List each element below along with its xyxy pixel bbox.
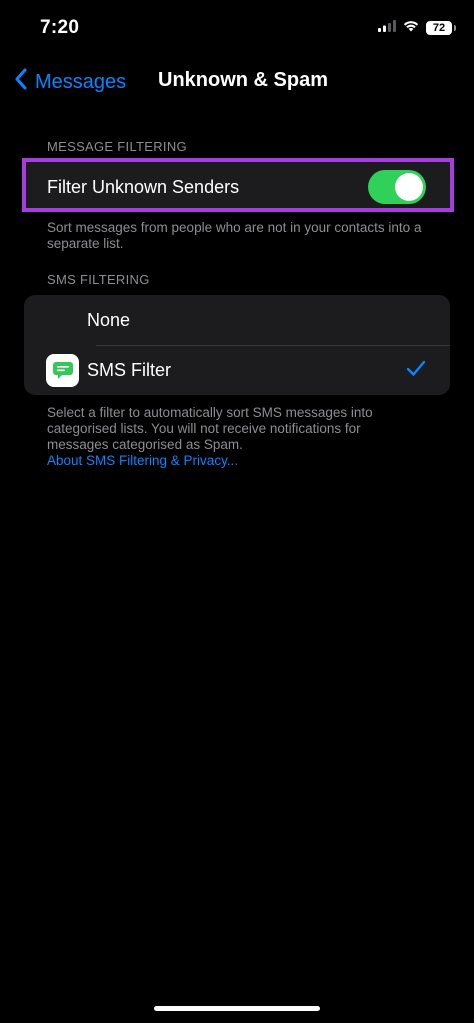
battery-icon: 72 — [426, 21, 456, 35]
status-icons: 72 — [378, 19, 456, 37]
filter-unknown-senders-label: Filter Unknown Senders — [47, 177, 240, 197]
sms-footer-line-1: Select a filter to automatically sort SM… — [47, 405, 373, 420]
section-header-message-filtering: MESSAGE FILTERING — [47, 139, 187, 154]
sms-filtering-footer: Select a filter to automatically sort SM… — [47, 405, 427, 469]
navigation-bar: Messages Unknown & Spam — [0, 58, 474, 104]
sms-footer-line-3: messages categorised as Spam. — [47, 437, 243, 452]
status-time: 7:20 — [40, 17, 80, 38]
filter-unknown-senders-toggle[interactable] — [368, 170, 426, 204]
page-title: Unknown & Spam — [158, 69, 329, 91]
sms-filter-option-sms-filter[interactable]: SMS Filter — [24, 345, 450, 395]
toggle-knob — [395, 173, 423, 201]
checkmark-icon — [406, 360, 426, 382]
option-label: SMS Filter — [87, 360, 172, 380]
sms-footer-line-2: categorised lists. You will not receive … — [47, 421, 361, 436]
messages-app-icon — [46, 354, 79, 387]
home-indicator[interactable] — [154, 1006, 320, 1011]
back-chevron-icon — [14, 68, 35, 96]
sms-filter-options-group: None SMS Filter — [24, 295, 450, 395]
section-header-sms-filtering: SMS FILTERING — [47, 272, 150, 287]
cellular-signal-icon — [378, 19, 396, 37]
back-label: Messages — [35, 70, 127, 93]
sms-filter-option-none[interactable]: None — [24, 295, 450, 346]
filter-unknown-senders-row: Filter Unknown Senders — [22, 158, 454, 212]
status-bar: 7:20 72 — [0, 0, 474, 56]
wifi-icon — [402, 19, 420, 37]
message-filtering-footer: Sort messages from people who are not in… — [47, 220, 422, 251]
back-button[interactable]: Messages — [14, 68, 126, 96]
option-label: None — [87, 310, 131, 330]
about-sms-filtering-link[interactable]: About SMS Filtering & Privacy... — [47, 453, 427, 469]
